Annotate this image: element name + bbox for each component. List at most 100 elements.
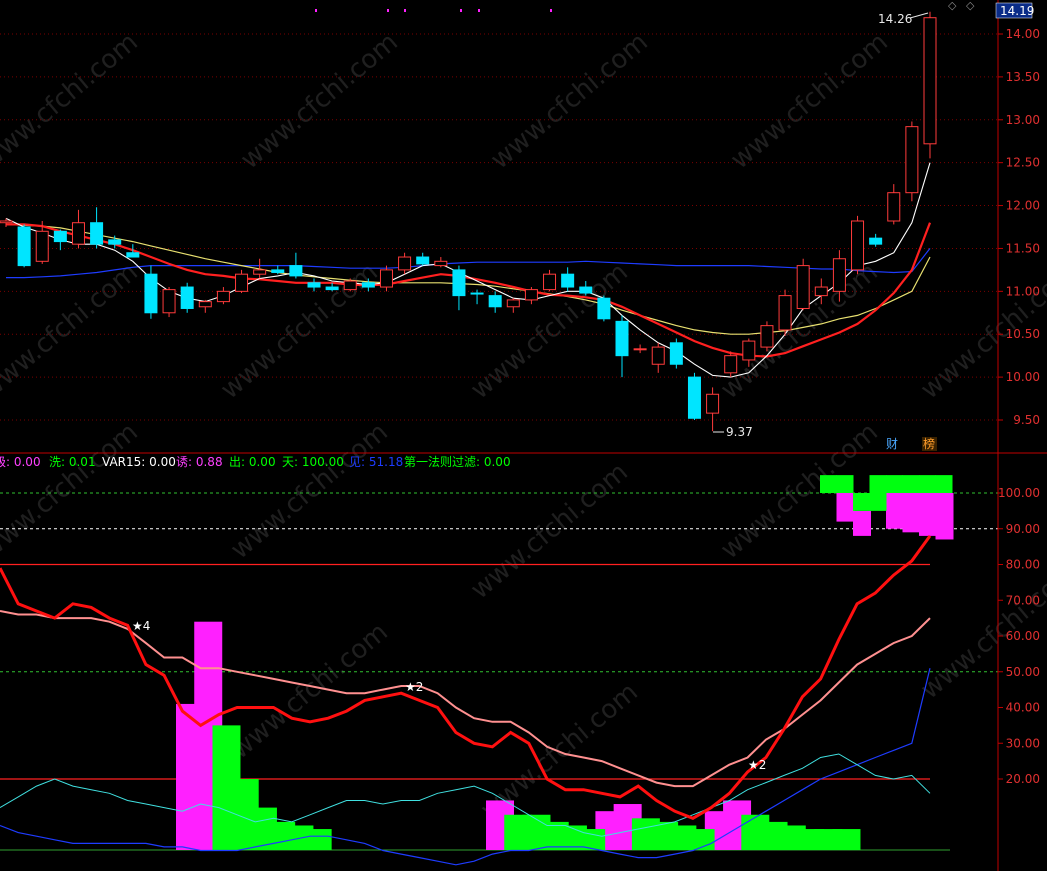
top-green-block[interactable] xyxy=(902,475,920,493)
green-bar[interactable] xyxy=(303,829,332,850)
watermark-text: www.cfchi.com xyxy=(0,417,144,565)
candle-up[interactable] xyxy=(832,258,846,292)
top-magenta-block[interactable] xyxy=(919,493,937,536)
top-magenta-block[interactable] xyxy=(902,493,921,533)
top-magenta-block[interactable] xyxy=(853,510,871,536)
top-green-block[interactable] xyxy=(919,475,936,493)
candle-up[interactable] xyxy=(923,17,937,145)
top-green-block[interactable] xyxy=(820,475,837,493)
candle-down[interactable] xyxy=(597,297,611,320)
watermark-text: www.cfchi.com xyxy=(0,27,144,175)
candle-down[interactable] xyxy=(470,292,484,295)
watermark-text: www.cfchi.com xyxy=(225,417,394,565)
price-tick-label: 11.00 xyxy=(1006,284,1040,298)
price-tick-label: 10.50 xyxy=(1006,327,1040,341)
candle-down[interactable] xyxy=(271,269,285,273)
candle-up[interactable] xyxy=(506,299,520,308)
candle-down[interactable] xyxy=(869,237,883,245)
candle-up[interactable] xyxy=(814,286,828,297)
candle-up[interactable] xyxy=(235,273,249,292)
legend-item-filter: 第一法则过滤: 0.00 xyxy=(404,455,511,469)
candle-up[interactable] xyxy=(796,265,810,309)
top-green-block[interactable] xyxy=(935,475,953,493)
candle-up[interactable] xyxy=(162,289,176,314)
tag-cai[interactable]: 财 xyxy=(886,437,898,451)
candle-down[interactable] xyxy=(361,282,375,288)
candle-up[interactable] xyxy=(905,126,919,194)
green-bar[interactable] xyxy=(832,829,861,850)
candle-down[interactable] xyxy=(416,256,430,265)
price-tick-label: 9.50 xyxy=(1013,413,1040,427)
candle-down[interactable] xyxy=(108,239,122,245)
candle-down[interactable] xyxy=(17,226,31,267)
candle-up[interactable] xyxy=(633,348,647,351)
candle-up[interactable] xyxy=(253,269,267,275)
top-green-block[interactable] xyxy=(886,475,903,493)
last-price-badge-text: 14.19 xyxy=(1000,4,1034,18)
candle-up[interactable] xyxy=(343,280,357,291)
candle-down[interactable] xyxy=(325,286,339,291)
star-label-2b: ★2 xyxy=(748,758,766,772)
candle-down[interactable] xyxy=(90,222,104,245)
green-bar[interactable] xyxy=(686,829,715,850)
candle-up[interactable] xyxy=(543,273,557,291)
candle-down[interactable] xyxy=(687,376,701,419)
candle-up[interactable] xyxy=(760,325,774,348)
indicator-panel[interactable] xyxy=(0,475,954,866)
watermark-text: www.cfchi.com xyxy=(0,257,144,405)
candle-down[interactable] xyxy=(452,269,466,297)
candle-up[interactable] xyxy=(0,220,13,224)
price-tick-label: 10.00 xyxy=(1006,370,1040,384)
indicator-tick-label: 70.00 xyxy=(1006,593,1040,607)
candle-up[interactable] xyxy=(216,290,230,303)
candle-up[interactable] xyxy=(887,192,901,222)
watermark-text: www.cfchi.com xyxy=(235,27,404,175)
candle-up[interactable] xyxy=(651,346,665,365)
indicator-pink-line xyxy=(0,610,931,788)
top-green-block[interactable] xyxy=(869,475,887,511)
top-green-block[interactable] xyxy=(853,493,870,511)
legend-item-var15: VAR15: 0.00 xyxy=(102,455,176,469)
price-tick-label: 12.50 xyxy=(1006,156,1040,170)
top-magenta-block[interactable] xyxy=(836,493,855,522)
candle-up[interactable] xyxy=(724,355,738,374)
indicator-tick-label: 20.00 xyxy=(1006,772,1040,786)
candle-down[interactable] xyxy=(579,286,593,294)
candle-up[interactable] xyxy=(851,220,865,271)
candle-up[interactable] xyxy=(524,289,538,301)
candle-up[interactable] xyxy=(742,340,756,361)
price-tick-label: 11.50 xyxy=(1006,241,1040,255)
candle-up[interactable] xyxy=(379,269,393,288)
candle-down[interactable] xyxy=(561,273,575,288)
top-green-block[interactable] xyxy=(836,475,854,493)
indicator-tick-label: 30.00 xyxy=(1006,736,1040,750)
top-magenta-block[interactable] xyxy=(935,493,954,540)
price-panel[interactable] xyxy=(0,9,937,432)
candle-down[interactable] xyxy=(180,286,194,309)
candle-up[interactable] xyxy=(398,256,412,271)
candle-up[interactable] xyxy=(35,230,49,262)
candle-up[interactable] xyxy=(71,222,85,245)
tag-bang[interactable]: 榜 xyxy=(923,436,935,451)
diamond-icon-2[interactable]: ◇ xyxy=(966,0,975,12)
candle-up[interactable] xyxy=(706,393,720,414)
diamond-icon[interactable]: ◇ xyxy=(948,0,957,12)
legend-item-chu: 出: 0.00 xyxy=(229,455,276,469)
top-magenta-block[interactable] xyxy=(886,493,904,529)
high-marker: 14.26 xyxy=(878,12,912,26)
candle-up[interactable] xyxy=(434,260,448,267)
signal-dot xyxy=(315,9,317,12)
candle-down[interactable] xyxy=(126,252,140,258)
candle-up[interactable] xyxy=(198,301,212,308)
signal-dot xyxy=(460,9,462,12)
candle-up[interactable] xyxy=(778,295,792,331)
candle-down[interactable] xyxy=(289,265,303,277)
candle-down[interactable] xyxy=(669,342,683,365)
stock-chart: www.cfchi.com www.cfchi.com www.cfchi.com w… xyxy=(0,0,1047,871)
candle-down[interactable] xyxy=(53,230,67,243)
watermark-text: www.cfchi.com xyxy=(225,617,394,765)
candle-down[interactable] xyxy=(307,282,321,288)
candle-down[interactable] xyxy=(488,295,502,308)
candle-down[interactable] xyxy=(615,320,629,357)
candle-down[interactable] xyxy=(144,273,158,314)
